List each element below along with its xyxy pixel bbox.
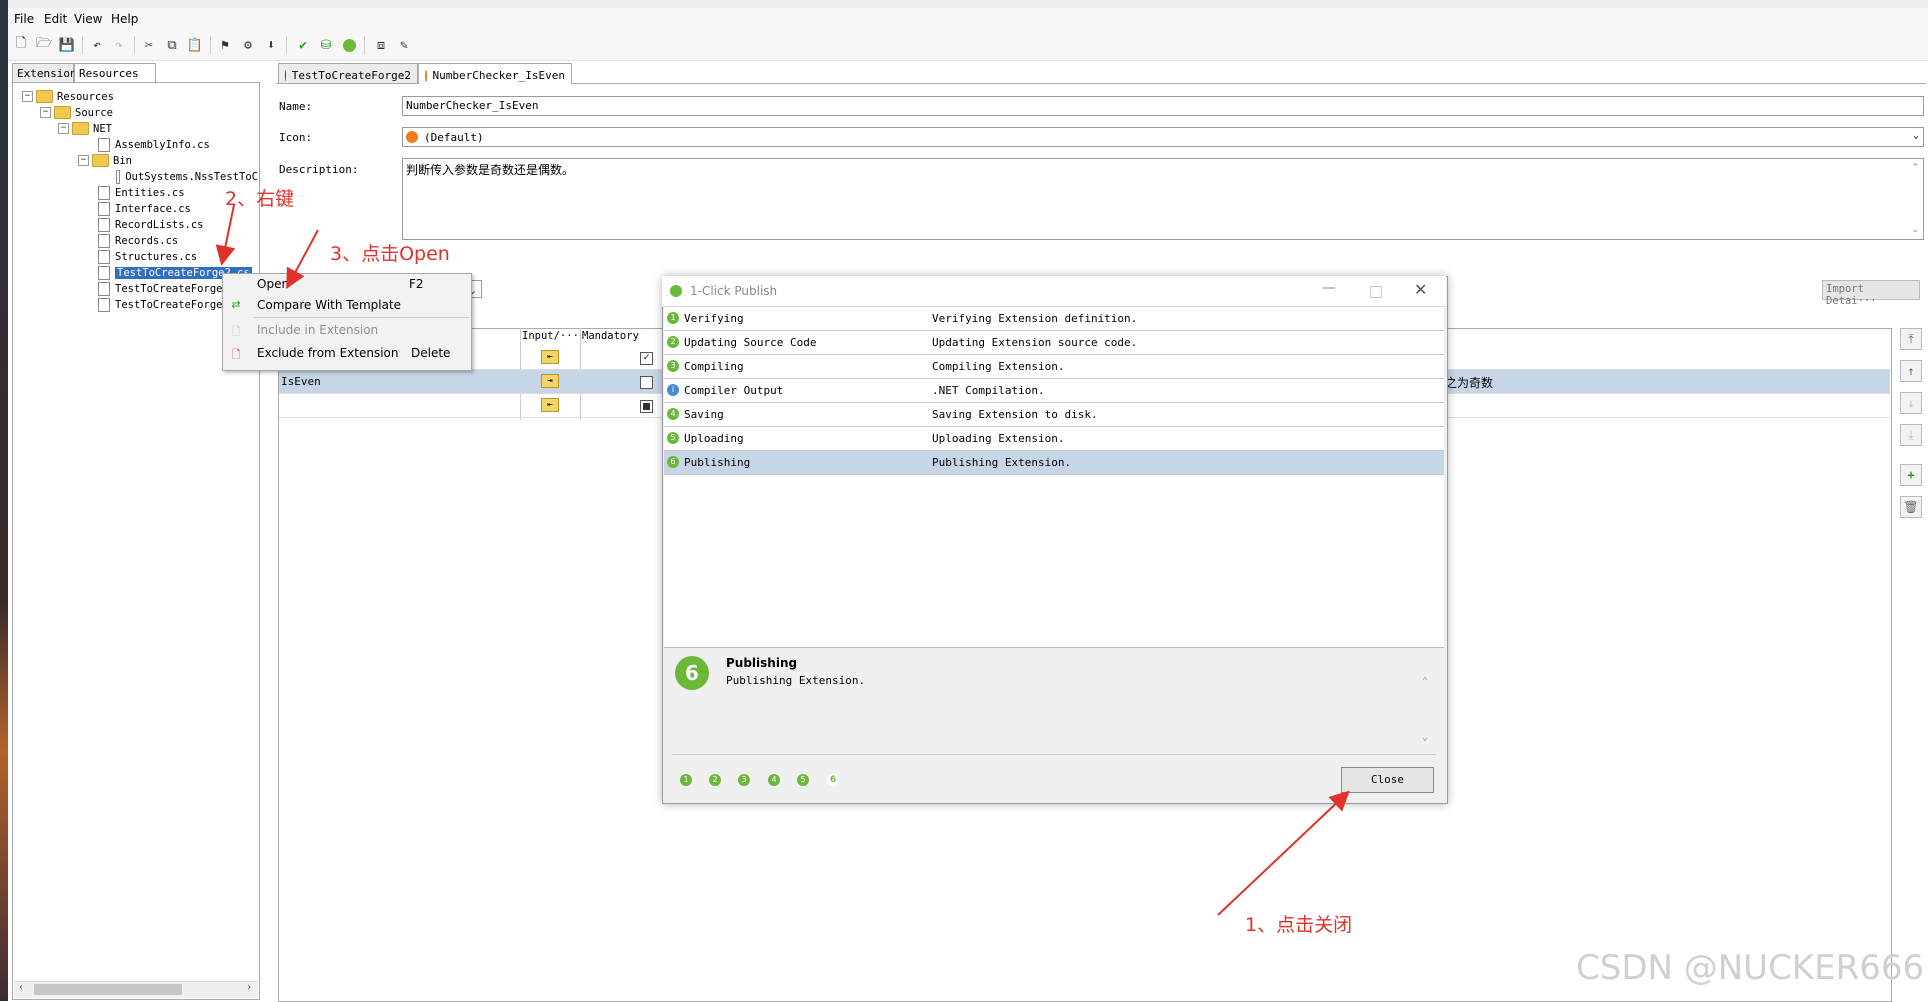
arrow-to-open-item xyxy=(286,229,319,290)
arrow-to-close-button xyxy=(1217,790,1350,916)
annotation-close-step: 1、点击关闭 xyxy=(1245,914,1353,936)
watermark: CSDN @NUCKER666 xyxy=(1576,948,1925,988)
annotation-right-click-step: 2、右键 xyxy=(225,188,295,210)
arrow-to-selected-file xyxy=(215,204,236,266)
annotation-click-open-step: 3、点击Open xyxy=(330,243,450,265)
annotation-arrows xyxy=(215,204,1350,916)
